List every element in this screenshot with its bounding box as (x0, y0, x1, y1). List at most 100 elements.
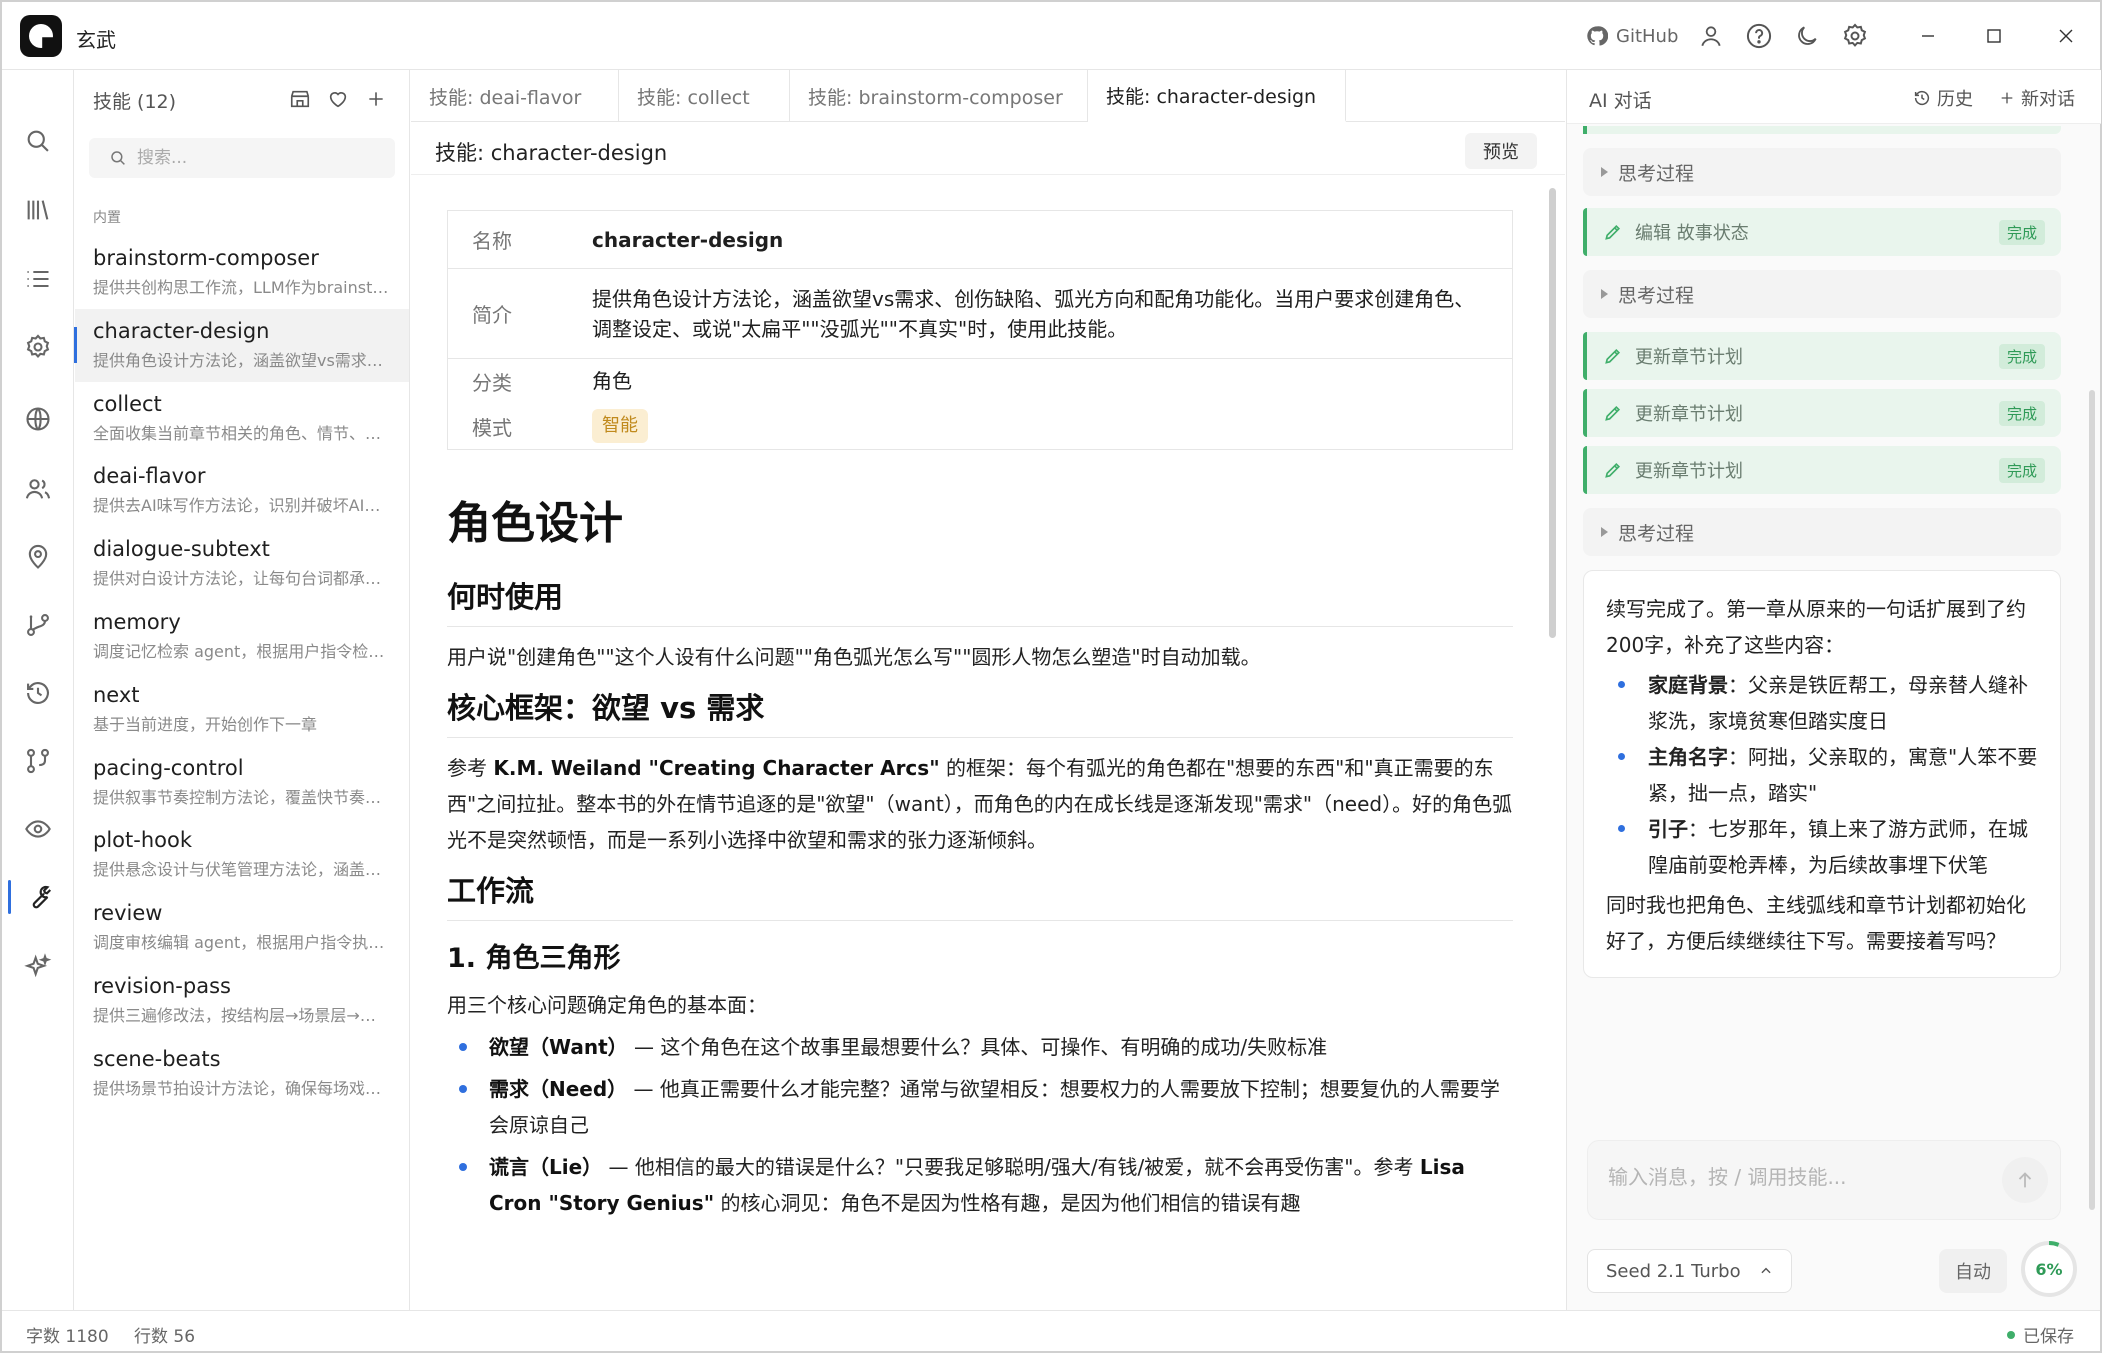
document-body: 名称 character-design 简介 提供角色设计方法论，涵盖欲望vs需… (411, 176, 1565, 1310)
expand-triangle-icon (1601, 167, 1608, 177)
skill-item-brainstorm-composer[interactable]: brainstorm-composer 提供共创构思工作流，LLM作为brains… (75, 236, 409, 309)
message-item-hook: 引子：七岁那年，镇上来了游方武师，在城隍庙前耍枪弄棒，为后续故事埋下伏笔 (1606, 811, 2038, 883)
theme-toggle-button[interactable] (1790, 19, 1824, 53)
pencil-icon (1605, 405, 1621, 421)
model-select[interactable]: Seed 2.1 Turbo (1587, 1249, 1792, 1293)
activity-ai[interactable] (2, 938, 74, 996)
preview-button[interactable]: 预览 (1465, 133, 1537, 169)
map-pin-icon (28, 544, 48, 569)
history-icon (27, 682, 49, 704)
github-link[interactable]: GitHub (1586, 19, 1678, 53)
user-button[interactable] (1694, 19, 1728, 53)
skill-item-deai-flavor[interactable]: deai-flavor 提供去AI味写作方法论，识别并破坏AI… (75, 454, 409, 527)
thinking-toggle[interactable]: 思考过程 (1583, 148, 2061, 196)
skill-item-pacing-control[interactable]: pacing-control 提供叙事节奏控制方法论，覆盖快节奏… (75, 746, 409, 819)
meta-key-category: 分类 (472, 370, 512, 395)
skill-description: 提供场景节拍设计方法论，确保每场戏… (93, 1078, 382, 1098)
history-button[interactable]: 历史 (1913, 84, 1973, 112)
tab-collect[interactable]: 技能: collect (619, 70, 790, 122)
document-header: 技能: character-design 预览 (411, 123, 1565, 175)
thinking-toggle[interactable]: 思考过程 (1583, 508, 2061, 556)
activity-search[interactable] (2, 112, 74, 170)
skill-item-scene-beats[interactable]: scene-beats 提供场景节拍设计方法论，确保每场戏… (75, 1037, 409, 1110)
activity-preview[interactable] (2, 800, 74, 858)
paragraph-when-to-use: 用户说"创建角色""这个人设有什么问题""角色弧光怎么写""圆形人物怎么塑造"时… (447, 645, 1261, 669)
chat-input[interactable] (1608, 1165, 1968, 1189)
thinking-toggle[interactable]: 思考过程 (1583, 270, 2061, 318)
tab-deai-flavor[interactable]: 技能: deai-flavor (411, 70, 619, 122)
skills-header: 技能 (12) (75, 70, 410, 128)
list-icon (27, 270, 49, 288)
skill-item-dialogue-subtext[interactable]: dialogue-subtext 提供对白设计方法论，让每句台词都承… (75, 527, 409, 600)
maximize-button[interactable] (1974, 16, 2014, 56)
meta-row-name: 名称 character-design (448, 211, 1512, 269)
skill-name: plot-hook (93, 828, 192, 853)
message-outro: 同时我也把角色、主线弧线和章节计划都初始化好了，方便后续继续往下写。需要接着写吗… (1606, 893, 2026, 953)
skill-item-memory[interactable]: memory 调度记忆检索 agent，根据用户指令检… (75, 600, 409, 673)
chat-messages: 思考过程 编辑 故事状态 完成 思考过程 更新章节计划 完成 更新章节计划 完成… (1583, 126, 2061, 978)
activity-skills[interactable] (2, 868, 74, 926)
skill-description: 提供去AI味写作方法论，识别并破坏AI… (93, 496, 381, 516)
chat-scrollbar[interactable] (2089, 390, 2095, 1210)
auto-mode-button[interactable]: 自动 (1939, 1249, 2007, 1293)
tab-brainstorm-composer[interactable]: 技能: brainstorm-composer (790, 70, 1088, 122)
skill-description: 提供共创构思工作流，LLM作为brainstorm… (93, 278, 389, 297)
activity-outline[interactable] (2, 250, 74, 308)
tab-character-design[interactable]: 技能: character-design (1088, 70, 1346, 122)
activity-compare[interactable] (2, 732, 74, 790)
activity-world[interactable] (2, 390, 74, 448)
app-window: 玄武 GitHub 技能 (12) 搜索... 内置 brainstorm-co… (0, 0, 2102, 1353)
meta-row-intro: 简介 提供角色设计方法论，涵盖欲望vs需求、创伤缺陷、弧光方向和配角功能化。当用… (448, 269, 1512, 359)
tool-card-update-plan[interactable]: 更新章节计划 完成 (1583, 446, 2061, 494)
skill-item-next[interactable]: next 基于当前进度，开始创作下一章 (75, 673, 409, 746)
context-usage-indicator: 6% (2019, 1239, 2079, 1299)
activity-library[interactable] (2, 181, 74, 239)
minimize-button[interactable] (1908, 16, 1948, 56)
skill-description: 全面收集当前章节相关的角色、情节、… (93, 423, 382, 443)
plus-icon (2001, 92, 2013, 104)
meta-value-name: character-design (592, 227, 784, 252)
users-icon (25, 479, 51, 499)
send-button[interactable] (2002, 1157, 2048, 1203)
meta-value-mode: 智能 (592, 403, 1512, 449)
close-button[interactable] (2046, 16, 2086, 56)
expand-triangle-icon (1601, 289, 1608, 299)
editor-scrollbar[interactable] (1549, 188, 1556, 638)
help-button[interactable] (1742, 19, 1776, 53)
tool-card-update-plan[interactable]: 更新章节计划 完成 (1583, 389, 2061, 437)
skill-item-character-design[interactable]: character-design 提供角色设计方法论，涵盖欲望vs需求… (74, 308, 409, 382)
triangle-list: 欲望（Want） — 这个角色在这个故事里最想要什么？具体、可操作、有明确的成功… (447, 1029, 1513, 1221)
tool-card-edit-state[interactable]: 编辑 故事状态 完成 (1583, 208, 2061, 256)
add-skill-button[interactable] (361, 84, 391, 114)
pencil-icon (1605, 224, 1621, 240)
settings-button[interactable] (1838, 19, 1872, 53)
ai-chat-panel: AI 对话 历史 新对话 思考过程 编辑 故事状态 完成 思考过程 更新章节计划 (1566, 70, 2101, 1310)
saved-dot-icon (2007, 1330, 2015, 1339)
skill-item-plot-hook[interactable]: plot-hook 提供悬念设计与伏笔管理方法论，涵盖… (75, 818, 409, 891)
activity-history[interactable] (2, 664, 74, 722)
line-count: 行数 56 (134, 1327, 196, 1347)
skill-search-input[interactable] (137, 148, 377, 168)
activity-bar (2, 70, 74, 1310)
pencil-icon (1605, 348, 1621, 364)
skill-item-collect[interactable]: collect 全面收集当前章节相关的角色、情节、… (75, 382, 409, 455)
heading-workflow: 工作流 (447, 872, 1513, 921)
skill-description: 提供对白设计方法论，让每句台词都承… (93, 569, 382, 589)
skill-meta-table: 名称 character-design 简介 提供角色设计方法论，涵盖欲望vs需… (447, 210, 1513, 450)
store-icon (290, 90, 310, 108)
editor-pane: 技能: deai-flavor 技能: collect 技能: brainsto… (411, 70, 1565, 1310)
skill-item-review[interactable]: review 调度审核编辑 agent，根据用户指令执… (75, 891, 409, 964)
favorites-button[interactable] (323, 84, 353, 114)
skill-store-button[interactable] (285, 84, 315, 114)
skill-item-revision-pass[interactable]: revision-pass 提供三遍修改法，按结构层→场景层→… (75, 964, 409, 1037)
new-chat-button[interactable]: 新对话 (1999, 84, 2075, 112)
github-icon (1587, 26, 1608, 46)
message-item-family: 家庭背景：父亲是铁匠帮工，母亲替人缝补浆洗，家境贫寒但踏实度日 (1606, 667, 2038, 739)
meta-row-category: 分类 角色 (448, 359, 1512, 403)
tool-card-update-plan[interactable]: 更新章节计划 完成 (1583, 332, 2061, 380)
activity-branches[interactable] (2, 596, 74, 654)
activity-settings[interactable] (2, 318, 74, 376)
activity-characters[interactable] (2, 460, 74, 518)
activity-locations[interactable] (2, 528, 74, 586)
heading-when-to-use: 何时使用 (447, 578, 1513, 627)
